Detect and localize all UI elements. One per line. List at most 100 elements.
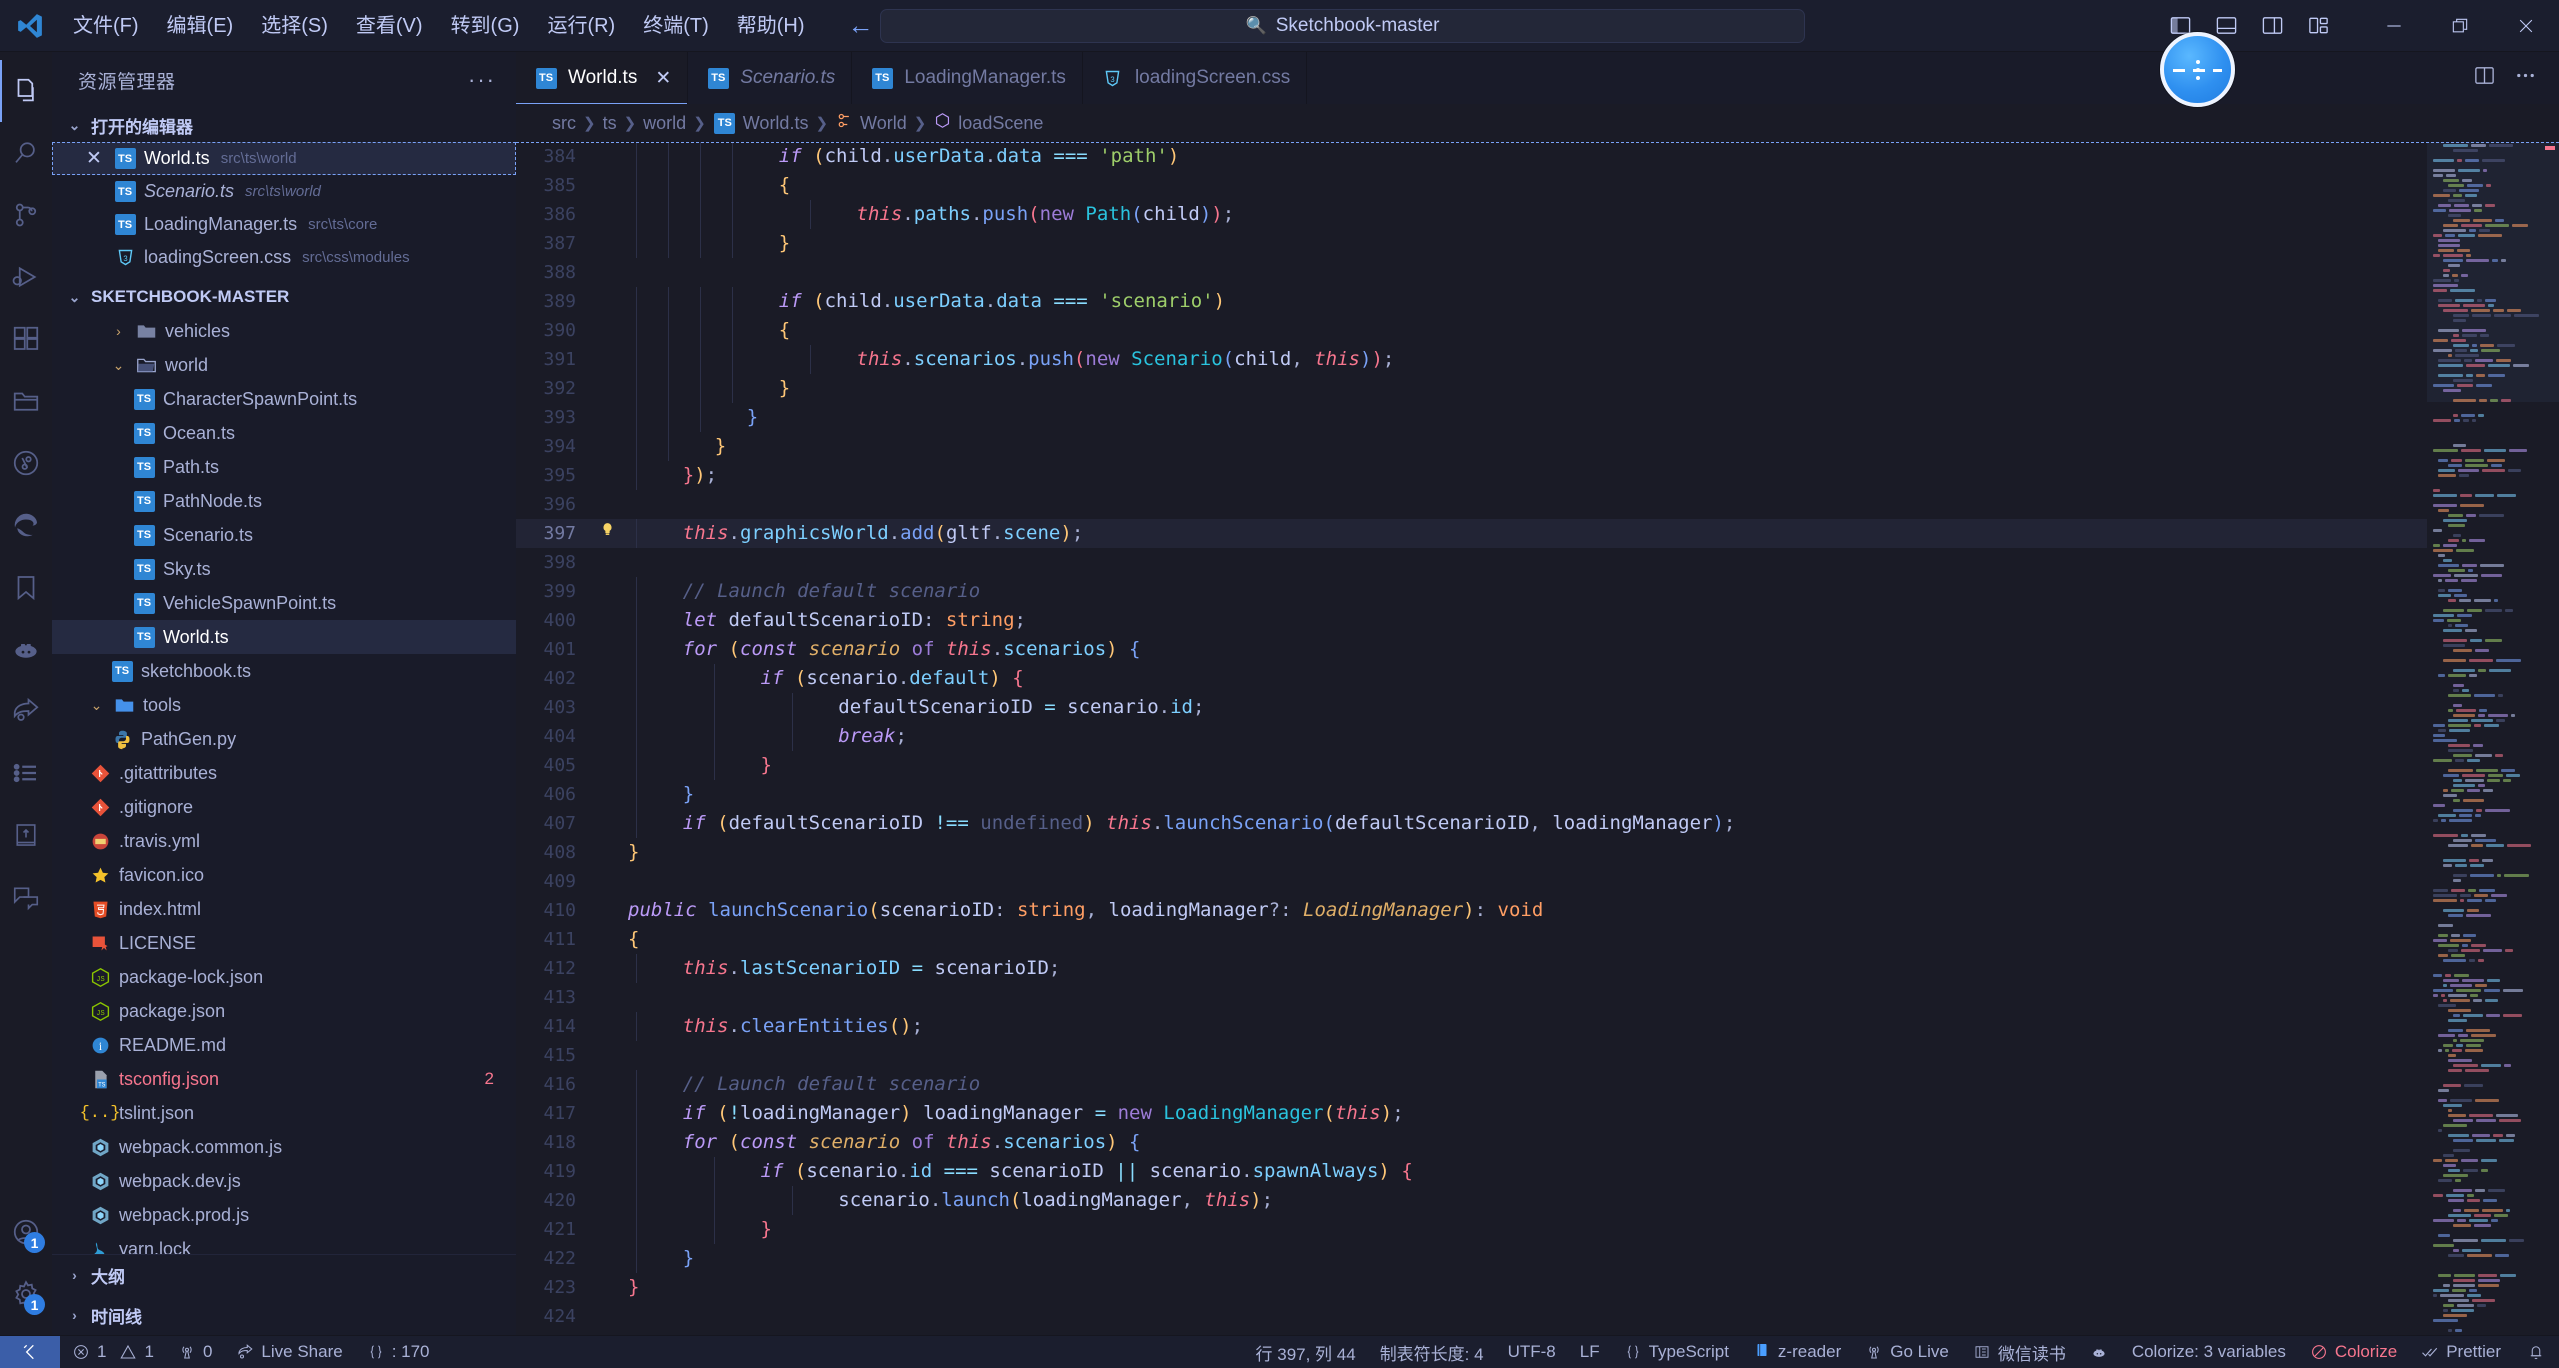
sidebar-item-settings[interactable]: 1 [0,1263,52,1325]
code-line[interactable]: 424 [516,1302,2427,1331]
code-text[interactable]: } [620,1273,639,1302]
code-text[interactable]: for (const scenario of this.scenarios) { [620,635,1141,664]
sidebar-item-wechat-reading[interactable] [0,804,52,866]
timeline-section-header[interactable]: › 时间线 [52,1295,516,1335]
code-line[interactable]: 389 if (child.userData.data === 'scenari… [516,287,2427,316]
code-text[interactable]: } [620,1244,694,1273]
code-line[interactable]: 404 break; [516,722,2427,751]
code-line[interactable]: 416 // Launch default scenario [516,1070,2427,1099]
code-line[interactable]: 414 this.clearEntities(); [516,1012,2427,1041]
code-line[interactable]: 387 } [516,229,2427,258]
code-line[interactable]: 425 public restartScenario(): void [516,1331,2427,1335]
code-line[interactable]: 415 [516,1041,2427,1070]
tree-file-row[interactable]: TS tsconfig.json 2 [52,1062,516,1096]
tree-file-row[interactable]: TS VehicleSpawnPoint.ts [52,586,516,620]
sidebar-item-docker[interactable] [0,618,52,680]
menu-selection[interactable]: 选择(S) [248,9,341,43]
code-text[interactable]: scenario.launch(loadingManager, this); [620,1186,1273,1215]
menu-edit[interactable]: 编辑(E) [154,9,247,43]
tree-file-row[interactable]: TS Sky.ts [52,552,516,586]
outline-section-header[interactable]: › 大纲 [52,1255,516,1295]
code-text[interactable]: if (defaultScenarioID !== undefined) thi… [620,809,1735,838]
tree-file-row[interactable]: JS package.json [52,994,516,1028]
code-line[interactable]: 391 this.scenarios.push(new Scenario(chi… [516,345,2427,374]
code-text[interactable]: } [620,229,790,258]
status-live-share[interactable]: Live Share [224,1336,354,1368]
tree-file-row[interactable]: PathGen.py [52,722,516,756]
code-text[interactable]: // Launch default scenario [620,1070,980,1099]
tree-file-row[interactable]: webpack.dev.js [52,1164,516,1198]
code-text[interactable]: } [620,780,694,809]
status-errors-warnings[interactable]: 1 1 [60,1336,166,1368]
breadcrumb-world-folder[interactable]: world [643,113,686,134]
code-line[interactable]: 403 defaultScenarioID = scenario.id; [516,693,2427,722]
code-line[interactable]: 396 [516,490,2427,519]
open-editor-loadingmanager-ts[interactable]: TS LoadingManager.ts src\ts\core [52,208,516,241]
tree-file-row[interactable]: TS Ocean.ts [52,416,516,450]
code-text[interactable] [620,1041,639,1070]
sidebar-item-search[interactable] [0,122,52,184]
tree-file-row[interactable]: yarn.lock [52,1232,516,1254]
toggle-secondary-sidebar-icon[interactable] [2251,7,2293,45]
open-editor-world-ts[interactable]: ✕ TS World.ts src\ts\world [52,142,516,175]
tree-folder-row[interactable]: ⌄ tools [52,688,516,722]
code-text[interactable]: if (scenario.default) { [620,664,1024,693]
breadcrumb-src[interactable]: src [552,113,576,134]
code-line[interactable]: 393 } [516,403,2427,432]
code-text[interactable]: }); [620,461,717,490]
code-text[interactable]: this.clearEntities(); [620,1012,923,1041]
code-line[interactable]: 410 public launchScenario(scenarioID: str… [516,896,2427,925]
tree-file-row[interactable]: TS World.ts [52,620,516,654]
code-line[interactable]: 397 this.graphicsWorld.add(gltf.scene); [516,519,2427,548]
customize-layout-icon[interactable] [2297,7,2339,45]
code-text[interactable]: } [620,1215,772,1244]
code-text[interactable]: this.paths.push(new Path(child)); [620,200,1234,229]
code-line[interactable]: 395 }); [516,461,2427,490]
code-text[interactable] [620,983,639,1012]
maximize-restore-button[interactable] [2427,0,2493,52]
sidebar-item-bookmarks[interactable] [0,556,52,618]
tree-folder-row[interactable]: ⌄ world [52,348,516,382]
tree-file-row[interactable]: TS Scenario.ts [52,518,516,552]
tab-close-icon[interactable]: ✕ [655,67,671,90]
tree-file-row[interactable]: .travis.yml [52,824,516,858]
menu-view[interactable]: 查看(V) [343,9,436,43]
tree-file-row[interactable]: favicon.ico [52,858,516,892]
tree-folder-row[interactable]: › vehicles [52,314,516,348]
code-lines[interactable]: 384 if (child.userData.data === 'path') 3… [516,142,2427,1335]
code-line[interactable]: 422 } [516,1244,2427,1273]
scrollbar-decorations[interactable] [2541,142,2559,1335]
tree-file-row[interactable]: LICENSE [52,926,516,960]
code-text[interactable] [620,867,639,896]
code-line[interactable]: 411 { [516,925,2427,954]
tab-loadingmanager-ts[interactable]: TS LoadingManager.ts [852,52,1083,104]
code-line[interactable]: 409 [516,867,2427,896]
code-text[interactable]: if (child.userData.data === 'scenario') [620,287,1225,316]
code-line[interactable]: 419 if (scenario.id === scenarioID || sc… [516,1157,2427,1186]
sidebar-item-todo-tree[interactable] [0,742,52,804]
open-editor-scenario-ts[interactable]: TS Scenario.ts src\ts\world [52,175,516,208]
sidebar-item-remote-explorer[interactable] [0,370,52,432]
code-text[interactable]: break; [620,722,907,751]
code-text[interactable]: defaultScenarioID = scenario.id; [620,693,1204,722]
breadcrumb-method-loadscene[interactable]: loadScene [933,111,1043,135]
tree-file-row[interactable]: .gitignore [52,790,516,824]
code-content[interactable]: 384 if (child.userData.data === 'path') 3… [516,142,2427,1335]
code-line[interactable]: 400 let defaultScenarioID: string; [516,606,2427,635]
status-docker[interactable] [2078,1336,2120,1368]
sidebar-item-source-control[interactable] [0,184,52,246]
code-line[interactable]: 418 for (const scenario of this.scenario… [516,1128,2427,1157]
tree-file-row[interactable]: TS sketchbook.ts [52,654,516,688]
status-wechat-reading[interactable]: 微信读书 [1961,1336,2078,1368]
tab-loadingscreen-css[interactable]: 3 loadingScreen.css [1083,52,1308,104]
code-text[interactable] [620,490,639,519]
status-indentation[interactable]: 制表符长度: 4 [1368,1336,1496,1368]
sidebar-item-accounts[interactable]: 1 [0,1201,52,1263]
tree-file-row[interactable]: TS CharacterSpawnPoint.ts [52,382,516,416]
status-ports[interactable]: 0 [166,1336,224,1368]
code-editor[interactable]: 384 if (child.userData.data === 'path') 3… [516,142,2559,1335]
tree-file-row[interactable]: .gitattributes [52,756,516,790]
code-text[interactable]: } [620,403,758,432]
code-line[interactable]: 421 } [516,1215,2427,1244]
code-text[interactable]: if (!loadingManager) loadingManager = ne… [620,1099,1404,1128]
